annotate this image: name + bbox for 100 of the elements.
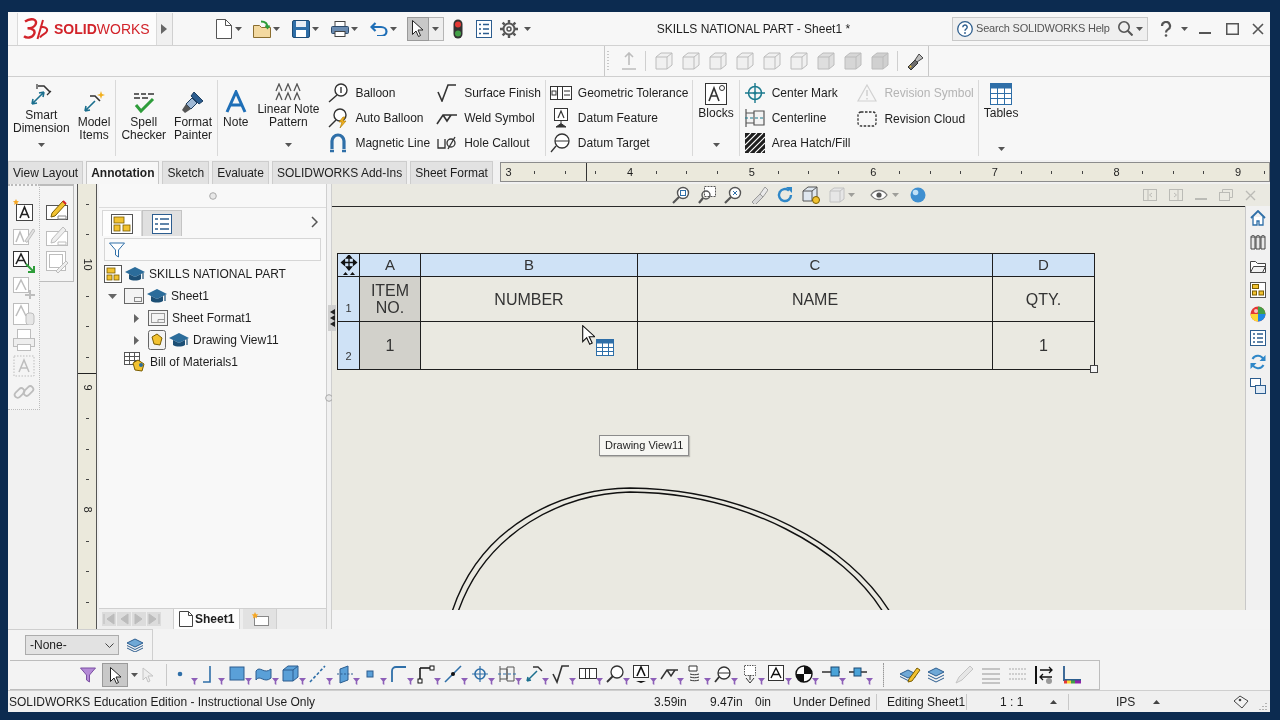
plane-filter-icon[interactable] <box>336 665 360 685</box>
letter-box-filter-icon[interactable] <box>768 665 792 685</box>
caret-up-icon[interactable] <box>1050 699 1057 704</box>
star-letter-icon[interactable] <box>12 199 35 221</box>
ribbon-button[interactable]: Hole Callout <box>436 130 541 156</box>
caret-icon[interactable] <box>37 143 45 147</box>
ribbon-button[interactable]: Datum Feature <box>549 105 689 131</box>
list-icon[interactable] <box>475 19 492 38</box>
ribbon-button[interactable]: Blocks <box>695 83 737 120</box>
caret-down-icon[interactable] <box>108 293 117 299</box>
quadrant-circle-filter-icon[interactable] <box>795 665 819 685</box>
add-sheet-button[interactable] <box>243 609 278 629</box>
sheet-tab[interactable]: Sheet1 <box>173 609 241 629</box>
dashed-axis-filter-icon[interactable] <box>498 665 522 685</box>
color-axes-icon[interactable] <box>1061 665 1083 685</box>
dashed-line-filter-icon[interactable] <box>309 665 333 685</box>
ribbon-button[interactable]: Surface Finish <box>436 80 541 106</box>
square-filter-icon[interactable] <box>228 665 252 685</box>
move-handle-icon[interactable] <box>339 255 358 275</box>
caret-icon[interactable] <box>350 26 358 31</box>
folder-icon[interactable] <box>1250 258 1266 274</box>
tab[interactable]: Sketch <box>162 161 210 184</box>
caret-icon[interactable] <box>131 673 138 677</box>
caret-icon[interactable] <box>284 143 292 147</box>
ribbon-button[interactable]: Center Mark <box>743 80 851 106</box>
ribbon-button[interactable]: Geometric Tolerance <box>549 80 689 106</box>
caret-icon[interactable] <box>234 26 242 31</box>
caret-icon[interactable] <box>1136 26 1143 31</box>
windows-icon[interactable] <box>1250 378 1266 394</box>
filter-field[interactable] <box>104 238 321 261</box>
ribbon-button[interactable]: Centerline <box>743 105 851 131</box>
tree-item[interactable]: Bill of Materials1 <box>150 353 239 371</box>
tree-item[interactable]: Sheet Format1 <box>172 309 252 327</box>
help-icon[interactable] <box>1160 20 1172 37</box>
letter-arrow-icon[interactable] <box>12 251 35 273</box>
ribbon-button[interactable]: Revision Cloud <box>856 106 974 132</box>
caret-icon[interactable] <box>1181 26 1188 31</box>
ribbon-button[interactable]: Magnetic Line <box>327 130 431 156</box>
root-symbol-filter-icon[interactable] <box>552 665 576 685</box>
wave-filter-icon[interactable] <box>255 665 279 685</box>
books-icon[interactable] <box>1250 234 1266 250</box>
letter-triangle-filter-icon[interactable] <box>633 665 657 685</box>
ribbon-button[interactable]: Tables <box>980 83 1022 120</box>
search-field[interactable]: Search SOLIDWORKS Help <box>952 16 1148 41</box>
minimize-icon[interactable] <box>1199 31 1211 34</box>
eye-icon[interactable] <box>870 189 888 201</box>
panel-tab[interactable] <box>102 210 142 236</box>
frame-filter-icon[interactable] <box>579 665 603 685</box>
home-icon[interactable] <box>1250 210 1266 226</box>
down-arrow-box-filter-icon[interactable] <box>741 665 765 685</box>
ribbon-button[interactable]: Smart Dimension <box>10 83 73 135</box>
split-circle-filter-icon[interactable] <box>714 665 738 685</box>
segment-filter-icon[interactable] <box>417 665 441 685</box>
caret-up-icon[interactable] <box>1153 699 1160 704</box>
color-sphere-icon[interactable] <box>1250 306 1266 322</box>
caret-right-icon[interactable] <box>134 335 139 345</box>
ribbon-button[interactable]: Spell Checker <box>118 90 170 142</box>
corner-filter-icon[interactable] <box>390 665 414 685</box>
column-header[interactable]: C <box>638 254 993 277</box>
panel-tab[interactable] <box>142 210 182 236</box>
stacked-lines-filter-icon[interactable] <box>687 665 711 685</box>
cube-filter-icon[interactable] <box>282 665 306 685</box>
caret-icon[interactable] <box>432 26 440 31</box>
circle-leader-filter-icon[interactable] <box>606 665 630 685</box>
sphere-icon[interactable] <box>910 187 926 203</box>
caret-icon[interactable] <box>997 147 1005 151</box>
line-filter-icon[interactable] <box>201 665 225 685</box>
tile-right-icon[interactable] <box>1169 189 1183 201</box>
tile-left-icon[interactable] <box>1143 189 1157 201</box>
pointer-button[interactable] <box>406 16 429 41</box>
tree-item[interactable]: Sheet1 <box>171 287 210 305</box>
caret-icon[interactable] <box>389 26 397 31</box>
pointer-button[interactable] <box>102 663 128 687</box>
row-header[interactable]: 2 <box>338 322 360 370</box>
list-icon[interactable] <box>1250 330 1266 346</box>
column-header[interactable]: A <box>360 254 421 277</box>
magnifier-icon[interactable] <box>724 186 742 204</box>
pencil-sheet-icon[interactable] <box>45 199 68 221</box>
refresh-icon[interactable] <box>1250 354 1266 370</box>
tab[interactable]: Annotation <box>86 161 160 184</box>
folder-icon[interactable] <box>252 19 271 38</box>
grip-dot-icon[interactable] <box>208 191 217 200</box>
resize-handle-icon[interactable] <box>1090 365 1098 373</box>
printer-icon[interactable] <box>330 20 349 37</box>
flashlight-icon[interactable] <box>906 52 924 70</box>
search-icon[interactable] <box>1118 21 1133 36</box>
gear-icon[interactable] <box>499 19 518 38</box>
ribbon-button[interactable]: Note <box>220 90 252 129</box>
ribbon-button[interactable]: Format Painter <box>171 90 216 142</box>
crosshair-filter-icon[interactable] <box>471 665 495 685</box>
ribbon-button[interactable]: Model Items <box>74 90 114 142</box>
node-line-filter-icon[interactable] <box>849 665 873 685</box>
cube-icon[interactable] <box>802 186 820 204</box>
traffic-light-icon[interactable] <box>452 18 463 39</box>
tree-item[interactable]: Drawing View11 <box>193 331 279 349</box>
layers-icon[interactable] <box>126 638 144 652</box>
column-header[interactable]: D <box>993 254 1095 277</box>
tab[interactable]: Sheet Format <box>410 161 493 184</box>
caret-icon[interactable] <box>311 26 319 31</box>
dotted-frame-icon[interactable] <box>12 355 35 377</box>
